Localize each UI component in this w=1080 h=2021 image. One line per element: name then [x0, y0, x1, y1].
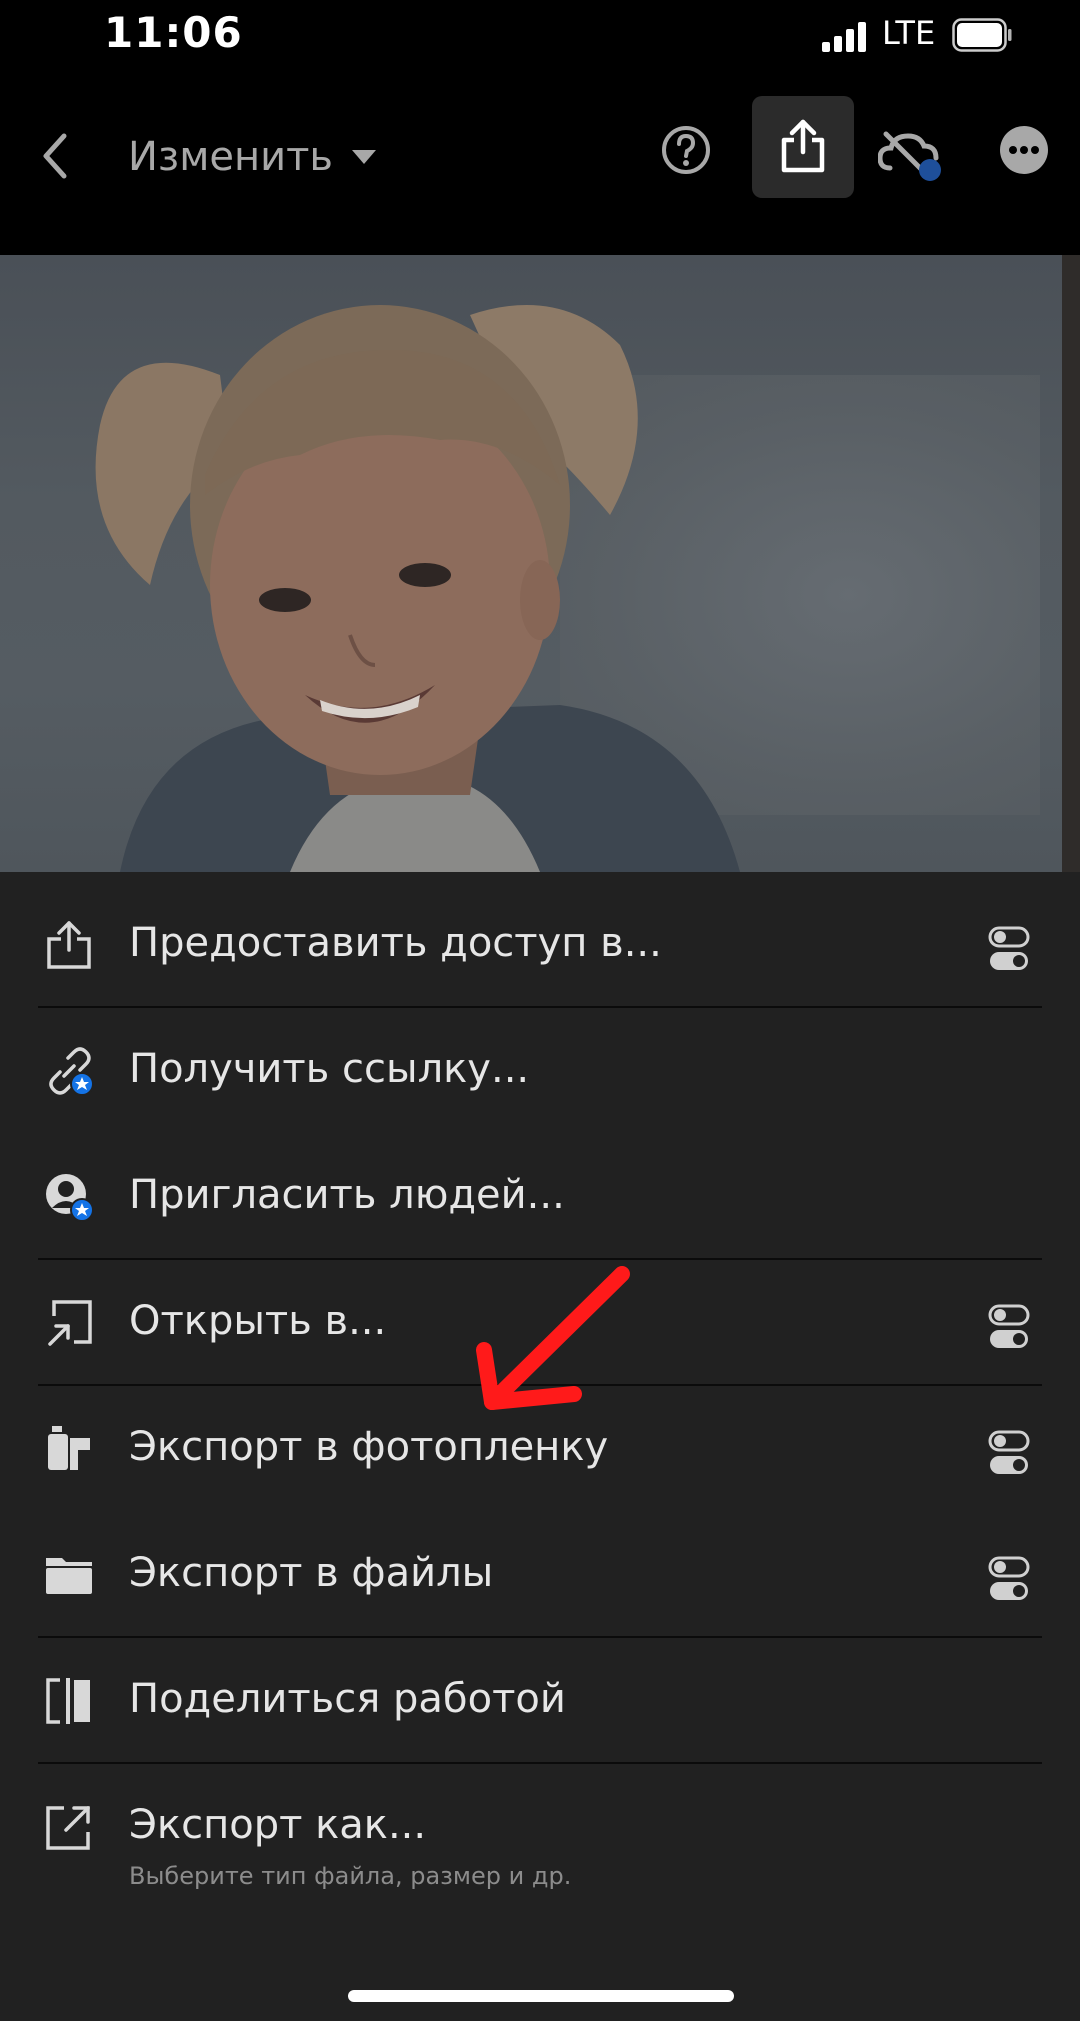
share-upload-icon: [781, 119, 825, 173]
menu-item-label: Пригласить людей...: [129, 1172, 565, 1218]
menu-item-label: Предоставить доступ в...: [129, 920, 662, 966]
toggle-settings-icon[interactable]: [988, 1556, 1030, 1602]
chevron-left-icon[interactable]: [36, 126, 76, 186]
photo-edge: [1062, 255, 1080, 872]
toggle-settings-icon[interactable]: [988, 1430, 1030, 1476]
home-indicator: [348, 1990, 734, 2002]
menu-item-label: Экспорт в фотопленку: [129, 1424, 609, 1470]
child-portrait-image: [95, 305, 740, 872]
share-edit-icon: [46, 1678, 90, 1724]
network-type: LTE: [882, 14, 936, 52]
toggle-settings-icon[interactable]: [988, 926, 1030, 972]
menu-item-label: Экспорт как...: [129, 1802, 427, 1848]
share-icon: [47, 921, 91, 969]
menu-item-share-to[interactable]: Предоставить доступ в...: [0, 882, 1080, 1008]
top-toolbar: Изменить: [0, 70, 1080, 255]
menu-item-label: Экспорт в файлы: [129, 1550, 494, 1596]
caret-down-icon: [352, 150, 376, 164]
battery-icon: [952, 18, 1012, 52]
menu-item-export-files[interactable]: Экспорт в файлы: [0, 1512, 1080, 1638]
annotation-arrow-icon: [476, 1266, 630, 1410]
link-premium-icon: [49, 1047, 94, 1096]
menu-item-label: Поделиться работой: [129, 1676, 566, 1722]
menu-item-invite-people[interactable]: Пригласить людей...: [0, 1134, 1080, 1260]
edit-mode-label: Изменить: [128, 134, 333, 180]
menu-item-label: Открыть в...: [129, 1298, 387, 1344]
menu-item-get-link[interactable]: Получить ссылку...: [0, 1008, 1080, 1134]
status-time: 11:06: [104, 8, 243, 57]
more-dots-icon[interactable]: [998, 124, 1050, 176]
menu-item-export-as[interactable]: Экспорт как... Выберите тип файла, разме…: [0, 1764, 1080, 1904]
status-bar: 11:06 LTE: [0, 0, 1080, 70]
menu-item-share-edit[interactable]: Поделиться работой: [0, 1638, 1080, 1764]
share-button[interactable]: [752, 96, 854, 198]
cloud-off-icon[interactable]: [878, 128, 948, 184]
open-in-icon: [48, 1300, 92, 1346]
toggle-settings-icon[interactable]: [988, 1304, 1030, 1350]
edit-mode-dropdown[interactable]: Изменить: [128, 122, 377, 192]
menu-item-label: Получить ссылку...: [129, 1046, 530, 1092]
camera-roll-icon: [48, 1426, 90, 1470]
folder-icon: [46, 1558, 92, 1594]
menu-item-sublabel: Выберите тип файла, размер и др.: [129, 1862, 572, 1890]
signal-strength-icon: [822, 22, 866, 52]
photo-preview: [0, 255, 1080, 872]
invite-person-premium-icon: [46, 1174, 94, 1222]
question-circle-icon[interactable]: [660, 124, 712, 176]
export-as-icon: [46, 1806, 90, 1850]
